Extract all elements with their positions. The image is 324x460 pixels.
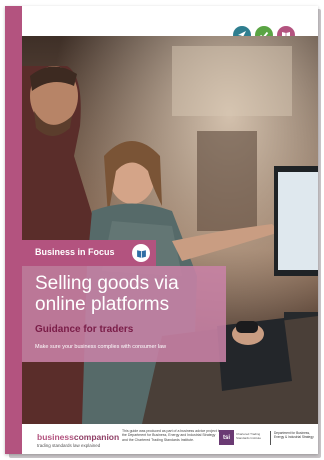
guide-cover: Business in Focus Selling goods via onli… — [5, 6, 318, 454]
title-panel: Selling goods via online platforms Guida… — [22, 266, 226, 362]
tsi-name: Chartered Trading Standards Institute — [236, 432, 262, 440]
guide-subtitle: Guidance for traders — [35, 324, 134, 335]
series-tag-label: Business in Focus — [35, 247, 115, 257]
brand-tagline: trading standards law explained — [37, 443, 101, 448]
department-name: Department for Business, Energy & Indust… — [274, 431, 314, 439]
cover-spine — [5, 6, 22, 454]
tsi-logo: tsi — [219, 430, 234, 445]
footer-note: This guide was produced as part of a bus… — [122, 429, 222, 442]
cover-footer: businesscompanion trading standards law … — [22, 424, 318, 454]
department-logo: Department for Business, Energy & Indust… — [270, 430, 314, 448]
series-tag: Business in Focus — [22, 240, 156, 266]
guide-tagline: Make sure your business complies with co… — [35, 344, 167, 350]
cover-photo — [22, 36, 318, 424]
business-companion-logo: businesscompanion — [37, 432, 120, 442]
guide-title: Selling goods via online platforms — [35, 273, 179, 315]
book-icon — [132, 244, 150, 262]
